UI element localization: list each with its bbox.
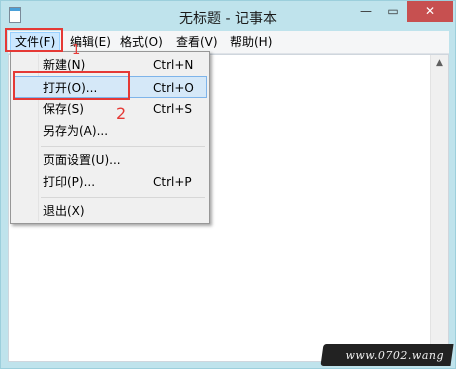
menu-item-shortcut: Ctrl+N bbox=[153, 58, 194, 72]
menu-view[interactable]: 查看(V) bbox=[172, 33, 222, 51]
maximize-button[interactable]: ▭ bbox=[380, 1, 406, 22]
menu-item-shortcut: Ctrl+S bbox=[153, 102, 193, 116]
menu-item-label: 另存为(A)... bbox=[43, 124, 109, 138]
close-button[interactable]: ✕ bbox=[407, 1, 453, 22]
minimize-button[interactable]: — bbox=[353, 1, 379, 22]
menu-item-label: 保存(S) bbox=[43, 102, 84, 116]
menu-item-exit[interactable]: 退出(X) bbox=[13, 200, 207, 222]
menu-help[interactable]: 帮助(H) bbox=[226, 33, 276, 51]
menu-item-print[interactable]: 打印(P)... Ctrl+P bbox=[13, 171, 207, 193]
file-menu-highlight-box bbox=[5, 28, 63, 52]
menu-item-shortcut: Ctrl+P bbox=[153, 175, 192, 189]
menu-separator bbox=[41, 197, 205, 198]
menu-format[interactable]: 格式(O) bbox=[116, 33, 167, 51]
menu-item-label: 打印(P)... bbox=[43, 175, 96, 189]
menu-item-shortcut: Ctrl+O bbox=[153, 81, 194, 95]
watermark-text: www.0702.wang bbox=[345, 349, 444, 362]
open-item-highlight-box bbox=[13, 71, 130, 100]
menu-item-save[interactable]: 保存(S) Ctrl+S bbox=[13, 98, 207, 120]
menu-item-page-setup[interactable]: 页面设置(U)... bbox=[13, 149, 207, 171]
title-bar[interactable]: 无标题 - 记事本 — ▭ ✕ bbox=[1, 1, 455, 31]
step-1-marker: 1 bbox=[72, 43, 81, 58]
menu-separator bbox=[41, 146, 205, 147]
menu-item-label: 退出(X) bbox=[43, 204, 85, 218]
menu-item-save-as[interactable]: 另存为(A)... bbox=[13, 120, 207, 142]
menu-item-label: 页面设置(U)... bbox=[43, 153, 121, 167]
vertical-scrollbar[interactable]: ▲ ▼ bbox=[430, 55, 448, 361]
scroll-up-arrow-icon[interactable]: ▲ bbox=[431, 55, 448, 72]
step-2-marker: 2 bbox=[116, 104, 127, 123]
